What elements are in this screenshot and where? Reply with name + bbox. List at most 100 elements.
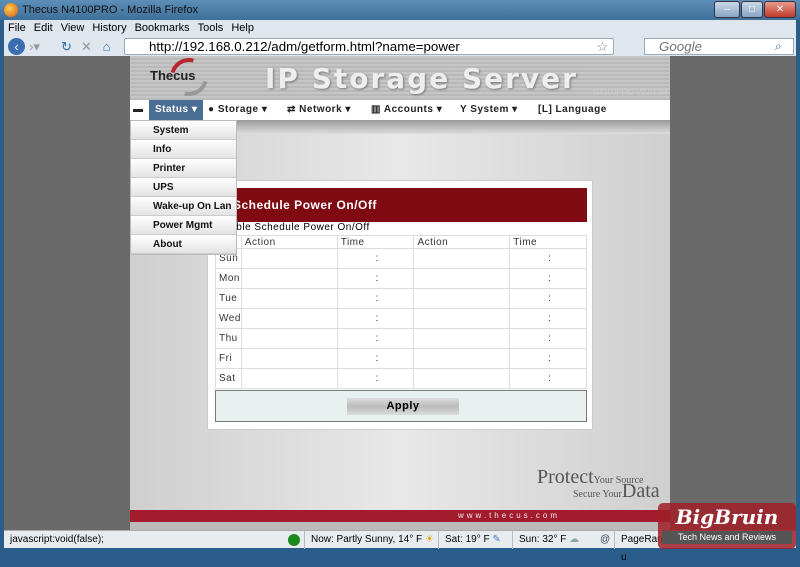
schedule-row: Mon:: (215, 268, 587, 289)
nav-language[interactable]: [L] Language (538, 100, 607, 120)
time-input[interactable]: : (509, 308, 587, 329)
dropdown-item-wake-on-lan[interactable]: Wake-up On Lan (131, 197, 236, 216)
minimize-button[interactable]: – (714, 1, 740, 18)
time-input[interactable]: : (509, 348, 587, 369)
cloudy-icon: ☁ (569, 534, 580, 545)
time-input[interactable]: : (509, 368, 587, 389)
enable-label: Enable Schedule Power On/Off (217, 222, 370, 233)
maximize-button[interactable]: □ (741, 1, 763, 18)
action-select[interactable] (413, 368, 511, 389)
action-select[interactable] (413, 328, 511, 349)
time-input[interactable]: : (509, 288, 587, 309)
reload-icon[interactable]: ↻ (58, 38, 75, 55)
url-input[interactable] (124, 38, 614, 55)
menu-bar: File Edit View History Bookmarks Tools Help (4, 20, 796, 37)
time-input[interactable]: : (336, 368, 415, 389)
disk-icon: ▬ (133, 104, 144, 115)
menu-file[interactable]: File (8, 22, 26, 34)
time-input[interactable]: : (336, 308, 415, 329)
day-label: Sat (215, 368, 242, 389)
nav-storage[interactable]: ● Storage ▾ (208, 100, 267, 120)
dropdown-item-ups[interactable]: UPS (131, 178, 236, 197)
time-input[interactable]: : (336, 288, 415, 309)
nav-toolbar: ‹ ›▾ ↻ ✕ ⌂ ☆ ⌕ (4, 37, 796, 56)
menu-help[interactable]: Help (231, 22, 254, 34)
main-nav: ▬ Status ▾ ● Storage ▾ ⇄ Network ▾ ▥ Acc… (130, 100, 670, 120)
bookmark-star-icon[interactable]: ☆ (594, 38, 611, 55)
action-select[interactable] (240, 308, 338, 329)
time-input[interactable]: : (336, 248, 415, 269)
action-select[interactable] (240, 288, 338, 309)
thecus-logo: Thecus (150, 68, 196, 83)
nav-label: Language (555, 104, 607, 115)
menu-edit[interactable]: Edit (34, 22, 53, 34)
page-header: Thecus IP Storage Server N4100PRO V2.01.… (130, 51, 670, 103)
version-label: N4100PRO V2.01.04 (592, 88, 668, 97)
action-select[interactable] (240, 248, 338, 269)
nav-label: Accounts (383, 104, 434, 115)
nav-status[interactable]: Status ▾ (149, 100, 204, 120)
action-select[interactable] (413, 268, 511, 289)
snow-icon: ✎ (492, 534, 501, 545)
footer-bottom (130, 522, 670, 530)
menu-bookmarks[interactable]: Bookmarks (135, 22, 190, 34)
nav-network[interactable]: ⇄ Network ▾ (287, 100, 351, 120)
back-button[interactable]: ‹ (8, 38, 25, 55)
schedule-row: Wed:: (215, 308, 587, 329)
brand-title: IP Storage Server (265, 62, 578, 95)
dropdown-item-power-mgmt[interactable]: Power Mgmt (131, 216, 236, 235)
weather-now[interactable]: Now: Partly Sunny, 14° F ☀ (304, 531, 438, 549)
nav-label: Network (299, 104, 343, 115)
column-header: Action (413, 235, 511, 249)
menu-view[interactable]: View (61, 22, 85, 34)
time-input[interactable]: : (509, 268, 587, 289)
thecus-page: Thecus IP Storage Server N4100PRO V2.01.… (130, 51, 670, 530)
home-icon[interactable]: ⌂ (98, 38, 115, 55)
status-dropdown: System Info Printer UPS Wake-up On Lan P… (130, 120, 237, 255)
enable-schedule-checkbox[interactable]: Enable Schedule Power On/Off (217, 222, 370, 233)
partly-sunny-icon: ☀ (424, 534, 434, 545)
apply-button[interactable]: Apply (347, 398, 459, 415)
time-input[interactable]: : (336, 268, 415, 289)
action-select[interactable] (240, 348, 338, 369)
weather-sun-text: Sun: 32° F (519, 534, 567, 545)
action-select[interactable] (413, 308, 511, 329)
dropdown-item-system[interactable]: System (131, 121, 236, 140)
weather-sat[interactable]: Sat: 19° F ✎ (438, 531, 512, 549)
close-button[interactable]: ✕ (764, 1, 796, 18)
data-text: Data (621, 480, 660, 502)
menu-tools[interactable]: Tools (198, 22, 224, 34)
nav-label: System (470, 104, 509, 115)
day-label: Tue (215, 288, 242, 309)
nav-accounts[interactable]: ▥ Accounts ▾ (371, 100, 442, 120)
nav-label: Storage (217, 104, 259, 115)
time-input[interactable]: : (509, 248, 587, 269)
action-select[interactable] (240, 368, 338, 389)
bigbruin-watermark: BigBruin Tech News and Reviews (658, 503, 796, 549)
action-select[interactable] (413, 348, 511, 369)
nav-label: Status (155, 104, 189, 115)
dropdown-item-printer[interactable]: Printer (131, 159, 236, 178)
search-input[interactable] (644, 38, 794, 55)
forward-button[interactable]: ›▾ (26, 38, 43, 55)
stop-icon[interactable]: ✕ (78, 38, 95, 55)
search-icon[interactable]: ⌕ (775, 39, 782, 54)
weather-sun[interactable]: Sun: 32° F ☁ (512, 531, 602, 549)
security-icon (288, 534, 300, 546)
time-input[interactable]: : (509, 328, 587, 349)
action-select[interactable] (240, 268, 338, 289)
action-select[interactable] (240, 328, 338, 349)
watermark-tagline: Tech News and Reviews (662, 531, 792, 544)
dropdown-item-info[interactable]: Info (131, 140, 236, 159)
action-select[interactable] (413, 248, 511, 269)
nav-system[interactable]: Y System ▾ (460, 100, 518, 120)
time-input[interactable]: : (336, 348, 415, 369)
weather-now-text: Now: Partly Sunny, 14° F (311, 534, 423, 545)
schedule-table: Action Time Action Time Sun:: Mon:: Tue:: W… (215, 235, 587, 389)
schedule-panel: Schedule Power On/Off Enable Schedule Po… (207, 180, 593, 430)
time-input[interactable]: : (336, 328, 415, 349)
panel-title: Schedule Power On/Off (215, 188, 587, 222)
action-select[interactable] (413, 288, 511, 309)
menu-history[interactable]: History (92, 22, 126, 34)
dropdown-item-about[interactable]: About (131, 235, 236, 254)
